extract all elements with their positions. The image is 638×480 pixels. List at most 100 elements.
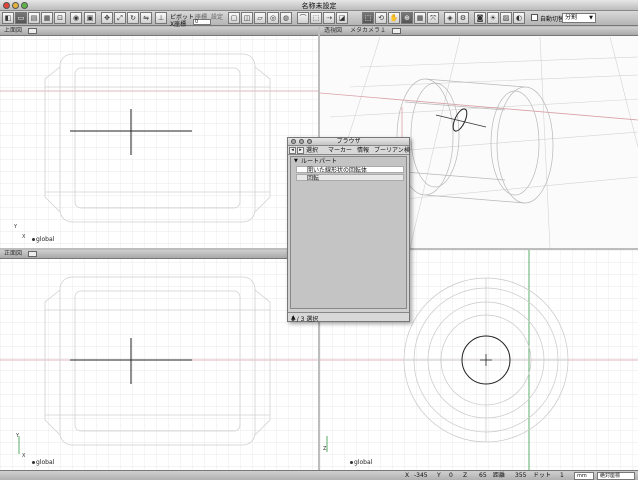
front-global-label: global [36,459,55,466]
render-icon[interactable]: ◈ [444,12,456,24]
camera-options-icon[interactable] [391,27,401,34]
select-tool-icon[interactable]: ▭ [15,12,27,24]
top-axis-x: X [22,234,26,240]
tree-item[interactable]: 開いた線形状の回転体 [296,166,404,174]
view-fit-icon[interactable]: ⤧ [427,12,439,24]
sweep-icon[interactable]: ⇢ [323,12,335,24]
image-icon[interactable]: ▨ [500,12,512,24]
browser-title: ブラウザ [336,138,361,145]
perspective-label: 透視図 [324,27,343,34]
view-rotate-icon[interactable]: ⟲ [375,12,387,24]
split-select[interactable]: 分割 ▼ [562,13,596,23]
window-title: 名称未設定 [301,2,337,10]
x-label: X [405,472,410,479]
top-view-label: 上面図 [4,27,23,34]
cube-tool-icon[interactable]: ◧ [2,12,14,24]
front-view-canvas[interactable] [0,250,318,470]
unit-select[interactable]: mm [574,472,594,480]
view-mesh-icon[interactable]: ▦ [414,12,426,24]
global-dot-icon [32,461,35,464]
palette-minimize-button[interactable] [299,139,304,144]
front-axis-y: Y [16,433,20,439]
y-label: Y [437,472,441,479]
auto-switch-checkbox[interactable] [531,14,538,21]
menu-info[interactable]: 情報 [357,147,369,154]
view-select-icon[interactable]: ⬚ [362,12,374,24]
x-value: -345 [414,472,428,479]
mesh-tool-icon[interactable]: ▦ [41,12,53,24]
front-view-viewport[interactable]: 正面図 Y X global [0,250,318,470]
rotate-tool-icon[interactable]: ↻ [127,12,139,24]
resize-triangle-icon[interactable]: ▲ [291,314,405,321]
nav-back-icon[interactable]: ◂ [289,147,296,154]
title-bar: 名称未設定 [0,0,638,11]
cube-primitive-icon[interactable]: ▢ [228,12,240,24]
side-axis-z: Z [323,446,327,452]
tree-root[interactable]: ▼ ルートパート [293,158,404,165]
chevron-down-icon: ▼ [589,15,593,21]
render-settings-icon[interactable]: ⚙ [457,12,469,24]
front-view-label: 正面図 [4,250,23,257]
distance-label: 距離 [493,472,506,479]
rotate-view-icon[interactable]: ◉ [70,12,82,24]
plane-primitive-icon[interactable]: ▱ [254,12,266,24]
pivot-icon[interactable]: ⊥ [155,12,167,24]
coord-value-field[interactable]: 0 [193,19,211,25]
top-view-header: 上面図 [0,27,318,36]
light-icon[interactable]: ☀ [487,12,499,24]
browser-footer: 1 / 3 選択 ▲ [288,312,409,323]
browser-menubar: ◂ ▸ 選択 マーカー 情報 ブーリアン 検 [288,146,410,155]
browser-tree[interactable]: ▼ ルートパート 開いた線形状の回転体 回転 [290,156,407,309]
torus-primitive-icon[interactable]: ◍ [280,12,292,24]
tree-item-label: 開いた線形状の回転体 [307,167,368,174]
top-global-label: global [36,236,55,243]
z-value: 65 [479,472,487,479]
camera-icon[interactable]: ◙ [474,12,486,24]
mirror-tool-icon[interactable]: ⇋ [140,12,152,24]
pivot-setting-label: 設定 [211,14,224,21]
coordinate-mode-select[interactable]: 絶対座標 [597,472,635,480]
palette-close-button[interactable] [291,139,296,144]
menu-search[interactable]: 検 [404,147,410,154]
bevel-icon[interactable]: ◪ [336,12,348,24]
y-value: 0 [449,472,453,479]
front-view-header: 正面図 [0,250,318,259]
material-icon[interactable]: ◐ [513,12,525,24]
top-view-canvas[interactable] [0,27,318,248]
tree-item[interactable]: 回転 [296,174,404,182]
view-options-icon[interactable] [27,27,37,34]
auto-switch-label: 自動切替 [540,16,565,23]
extrude-icon[interactable]: ⬚ [310,12,322,24]
nav-forward-icon[interactable]: ▸ [297,147,304,154]
global-dot-icon [32,238,35,241]
disclosure-triangle-icon[interactable]: ▼ [294,158,298,165]
view-pan-icon[interactable]: ✋ [388,12,400,24]
top-axis-y: Y [14,224,18,230]
lathe-icon[interactable]: ⌒ [297,12,309,24]
link-tool-icon[interactable]: ⊡ [54,12,66,24]
sphere-primitive-icon[interactable]: ◎ [267,12,279,24]
front-global-tag: global [32,459,54,466]
menu-boolean[interactable]: ブーリアン [374,147,404,154]
object-view-icon[interactable]: ▣ [84,12,96,24]
view-zoom-icon[interactable]: ⊕ [401,12,413,24]
dot-value: 1 [560,472,564,479]
menu-select[interactable]: 選択 [306,147,318,154]
cylinder-primitive-icon[interactable]: ◫ [241,12,253,24]
dot-label: ドット [533,472,552,479]
perspective-header: 透視図 メタカメラ１ [320,27,638,36]
z-label: Z [463,472,468,479]
move-tool-icon[interactable]: ✥ [101,12,113,24]
main-toolbar: ◧ ▭ ▤ ▦ ⊡ ◉ ▣ ✥ ⤢ ↻ ⇋ ⊥ ピボット 座標 設定 X座標 0… [0,11,638,28]
split-select-value: 分割 [565,14,578,21]
menu-marker[interactable]: マーカー [328,147,352,154]
tree-item-label: 回転 [307,175,320,182]
palette-zoom-button[interactable] [307,139,312,144]
browser-title-bar[interactable]: ブラウザ [288,138,409,146]
top-view-viewport[interactable]: 上面図 Y X global [0,27,318,248]
part-tool-icon[interactable]: ▤ [28,12,40,24]
scale-tool-icon[interactable]: ⤢ [114,12,126,24]
front-view-options-icon[interactable] [27,250,37,257]
browser-palette[interactable]: ブラウザ ◂ ▸ 選択 マーカー 情報 ブーリアン 検 ▼ ルートパート 開いた… [287,137,410,323]
camera-name[interactable]: メタカメラ１ [350,27,386,34]
